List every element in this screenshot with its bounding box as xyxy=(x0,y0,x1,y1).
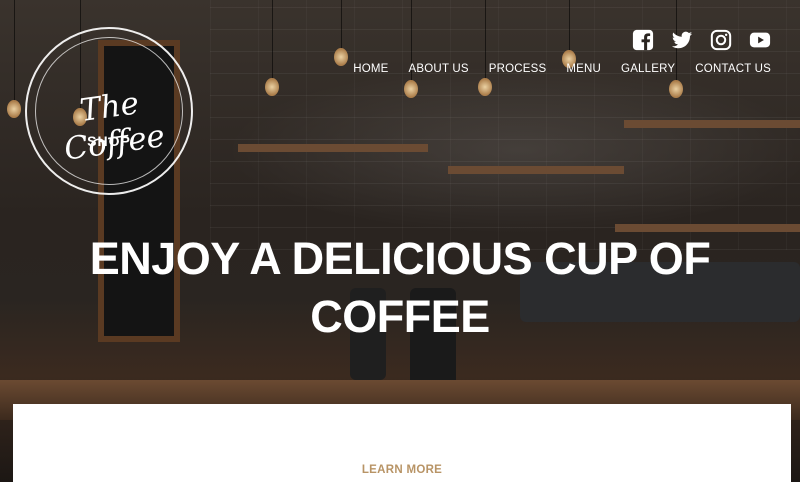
main-nav: HOME ABOUT US PROCESS MENU GALLERY CONTA… xyxy=(353,63,771,75)
instagram-icon[interactable] xyxy=(710,29,732,51)
hero-headline-line2: COFFEE xyxy=(310,291,490,342)
pendant-lamp xyxy=(404,80,418,98)
nav-menu[interactable]: MENU xyxy=(566,63,601,75)
coffee-shop-logo[interactable]: The Coffee SHOP xyxy=(25,27,193,195)
nav-process[interactable]: PROCESS xyxy=(489,63,547,75)
twitter-icon[interactable] xyxy=(671,29,693,51)
hero-section: The Coffee SHOP HOME ABOUT US PROCESS ME… xyxy=(0,0,800,482)
shelf xyxy=(238,144,428,152)
hero-headline: ENJOY A DELICIOUS CUP OF COFFEE xyxy=(50,230,750,346)
pendant-lamp xyxy=(265,78,279,96)
hero-headline-line1: ENJOY A DELICIOUS CUP OF xyxy=(89,233,711,284)
pendant-lamp xyxy=(334,48,348,66)
shelf xyxy=(624,120,800,128)
nav-gallery[interactable]: GALLERY xyxy=(621,63,675,75)
content-panel: LEARN MORE xyxy=(13,404,791,482)
nav-about-us[interactable]: ABOUT US xyxy=(409,63,469,75)
learn-more-link[interactable]: LEARN MORE xyxy=(13,464,791,476)
facebook-icon[interactable] xyxy=(632,29,654,51)
social-links xyxy=(632,29,771,51)
pendant-lamp xyxy=(7,100,21,118)
logo-subtitle: SHOP xyxy=(87,133,131,149)
shelf xyxy=(448,166,624,174)
youtube-icon[interactable] xyxy=(749,29,771,51)
nav-home[interactable]: HOME xyxy=(353,63,388,75)
pendant-lamp xyxy=(478,78,492,96)
pendant-lamp xyxy=(669,80,683,98)
nav-contact-us[interactable]: CONTACT US xyxy=(695,63,771,75)
